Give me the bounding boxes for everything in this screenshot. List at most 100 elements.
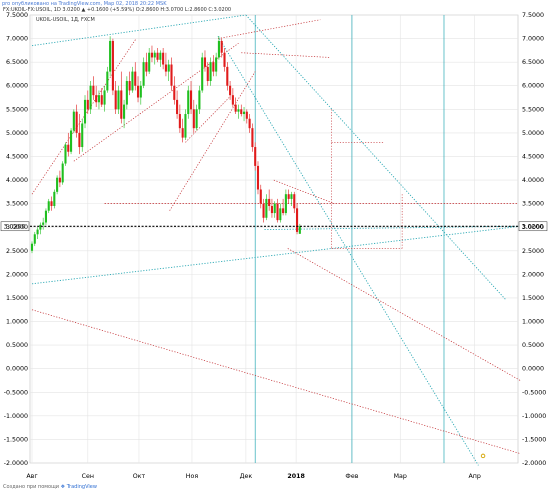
x-tick-label: Фев xyxy=(345,473,358,480)
y-tick-label-right: -2.0000 xyxy=(522,460,546,467)
x-tick-label: Авг xyxy=(26,473,37,480)
x-tick-label: Ноя xyxy=(186,473,199,480)
candle-body xyxy=(64,144,67,164)
candle-body xyxy=(259,189,262,204)
candle-body xyxy=(128,81,131,91)
y-tick-label-left: 4.0000 xyxy=(6,177,28,184)
candle-body xyxy=(173,85,176,100)
y-tick-label-right: 1.0000 xyxy=(522,319,544,326)
candle-body xyxy=(33,234,36,244)
candle-body xyxy=(287,194,290,199)
candle-body xyxy=(125,81,128,105)
grid-lines xyxy=(29,14,519,464)
candle-body xyxy=(273,203,276,214)
candle-body xyxy=(47,201,50,211)
chart-legend: UKOIL-USOIL, 1Д, FXCM xyxy=(36,17,95,23)
candle-body xyxy=(103,90,106,105)
y-tick-label-right: 2.0000 xyxy=(522,271,544,278)
candles xyxy=(30,36,301,254)
candle-body xyxy=(248,118,251,129)
candle-body xyxy=(237,109,240,112)
y-tick-label-left: 4.5000 xyxy=(6,153,28,160)
candle-body xyxy=(178,114,181,129)
y-tick-label-left: 5.5000 xyxy=(6,106,28,113)
candle-body xyxy=(217,40,220,58)
y-tick-label-left: 0.0000 xyxy=(6,366,28,373)
candle-body xyxy=(139,85,142,98)
candle-body xyxy=(276,203,279,221)
y-tick-label-right: 3.0000 xyxy=(522,224,544,231)
candle-body xyxy=(242,111,246,115)
y-tick-label-right: 1.5000 xyxy=(522,295,544,302)
candle-body xyxy=(159,52,162,60)
trend-line xyxy=(241,52,330,58)
candle-body xyxy=(106,71,109,91)
x-tick-label: Апр xyxy=(468,473,480,480)
candle-body xyxy=(78,132,81,148)
footer-brand[interactable]: TradingView xyxy=(67,484,97,490)
candle-body xyxy=(111,40,114,91)
candle-body xyxy=(44,210,47,223)
candle-body xyxy=(181,128,184,138)
price-chart[interactable]: 3.0200 3.0200 7.5000 7.50007.0000 7.00006.5… xyxy=(0,0,550,493)
x-tick-label: Дек xyxy=(240,473,253,480)
candle-body xyxy=(164,64,167,72)
y-tick-label-right: -1.0000 xyxy=(522,413,546,420)
candle-body xyxy=(212,62,215,72)
candle-body xyxy=(39,224,42,230)
x-tick-label: Окт xyxy=(133,473,146,480)
y-tick-label-left: 6.0000 xyxy=(6,83,28,90)
footer: Создано при помощи ❖ TradingView xyxy=(3,484,97,490)
trend-line xyxy=(31,225,521,285)
candle-body xyxy=(136,85,140,98)
candle-body xyxy=(226,66,229,86)
candle-body xyxy=(234,104,237,112)
candle-body xyxy=(290,194,293,199)
y-tick-label-right: 5.5000 xyxy=(522,106,544,113)
candle-body xyxy=(61,163,64,183)
trend-line xyxy=(217,19,321,39)
candle-body xyxy=(145,62,148,72)
y-tick-label-right: 2.5000 xyxy=(522,248,544,255)
candle-body xyxy=(215,57,218,72)
y-tick-label-right: 7.5000 xyxy=(522,12,544,19)
candle-body xyxy=(296,208,299,232)
candle-body xyxy=(231,95,234,105)
candle-body xyxy=(75,111,78,133)
y-tick-label-left: 7.0000 xyxy=(6,36,28,43)
candle-body xyxy=(109,40,112,72)
trend-line xyxy=(245,14,507,301)
candle-body xyxy=(42,222,45,225)
candle-body xyxy=(162,52,165,65)
y-tick-label-left: 1.0000 xyxy=(6,319,28,326)
chart-window: pro опубликовано на TradingView.com, Мар… xyxy=(0,0,550,493)
candle-body xyxy=(92,85,95,96)
candle-body xyxy=(67,144,70,152)
candle-body xyxy=(254,147,257,166)
candle-body xyxy=(282,208,285,214)
y-tick-label-left: -2.0000 xyxy=(4,460,28,467)
y-tick-label-left: 7.5000 xyxy=(6,12,28,19)
candle-body xyxy=(187,90,190,115)
candle-body xyxy=(131,71,134,91)
candle-body xyxy=(142,62,145,86)
candle-body xyxy=(203,57,207,67)
candle-body xyxy=(134,71,137,86)
y-tick-label-left: -1.5000 xyxy=(4,436,28,443)
candle-body xyxy=(100,95,103,105)
y-tick-label-left: 3.0000 xyxy=(6,224,28,231)
candle-body xyxy=(268,198,271,206)
candle-body xyxy=(150,52,154,58)
candle-body xyxy=(240,109,243,115)
y-tick-label-right: 5.0000 xyxy=(522,130,544,137)
y-tick-label-right: 6.0000 xyxy=(522,83,544,90)
plot-border xyxy=(29,14,519,464)
candle-body xyxy=(53,191,56,206)
candle-body xyxy=(229,85,232,96)
candle-body xyxy=(184,114,187,138)
y-tick-label-right: 4.0000 xyxy=(522,177,544,184)
candle-body xyxy=(262,203,265,218)
candle-body xyxy=(176,99,179,115)
candle-body xyxy=(70,130,73,152)
candle-body xyxy=(220,40,223,53)
